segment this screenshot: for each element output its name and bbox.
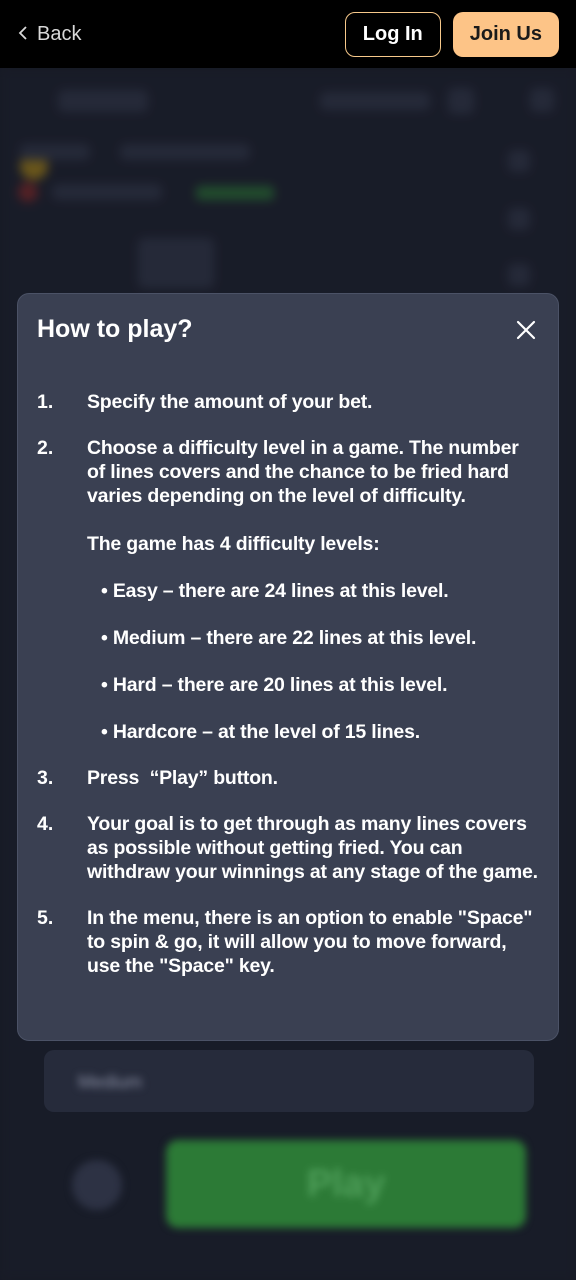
back-label: Back <box>37 22 82 45</box>
step-text: Your goal is to get through as many line… <box>87 813 538 883</box>
play-button: Play <box>166 1140 526 1228</box>
difficulty-value: Medium <box>78 1072 143 1092</box>
list-item: 2. Choose a difficulty level in a game. … <box>37 436 538 744</box>
how-to-play-modal: How to play? 1. Specify the amount of yo… <box>17 293 559 1041</box>
modal-header: How to play? <box>37 314 538 344</box>
list-item: 3. Press “Play” button. <box>37 766 538 790</box>
difficulty-intro: The game has 4 difficulty levels: <box>87 533 380 555</box>
list-item: 1. Specify the amount of your bet. <box>37 390 538 414</box>
step-number: 5. <box>37 907 54 929</box>
instructions-list: 1. Specify the amount of your bet. 2. Ch… <box>37 390 538 978</box>
difficulty-hard: • Hard – there are 20 lines at this leve… <box>101 674 448 696</box>
step-number: 2. <box>37 437 54 459</box>
step-content: Choose a difficulty level in a game. The… <box>87 436 538 744</box>
step-text: In the menu, there is an option to enabl… <box>87 907 533 977</box>
top-bar: Back Log In Join Us <box>0 0 576 68</box>
difficulty-medium: • Medium – there are 22 lines at this le… <box>101 627 477 649</box>
login-button[interactable]: Log In <box>344 11 441 57</box>
difficulty-easy: • Easy – there are 24 lines at this leve… <box>101 580 449 602</box>
close-button[interactable] <box>515 319 537 341</box>
auth-buttons: Log In Join Us <box>344 11 559 57</box>
auto-play-button <box>72 1160 122 1210</box>
chevron-left-icon <box>17 23 29 46</box>
join-button[interactable]: Join Us <box>452 11 559 57</box>
back-button[interactable]: Back <box>17 23 81 46</box>
step-text: Press “Play” button. <box>87 767 278 789</box>
list-item: 5. In the menu, there is an option to en… <box>37 906 538 978</box>
close-icon <box>516 320 536 340</box>
step-number: 4. <box>37 813 54 835</box>
modal-title: How to play? <box>37 314 193 343</box>
difficulty-hardcore: • Hardcore – at the level of 15 lines. <box>101 721 420 743</box>
step-text: Specify the amount of your bet. <box>87 391 373 413</box>
step-number: 3. <box>37 767 54 789</box>
list-item: 4. Your goal is to get through as many l… <box>37 812 538 884</box>
step-text: Choose a difficulty level in a game. The… <box>87 437 519 507</box>
step-number: 1. <box>37 391 54 413</box>
